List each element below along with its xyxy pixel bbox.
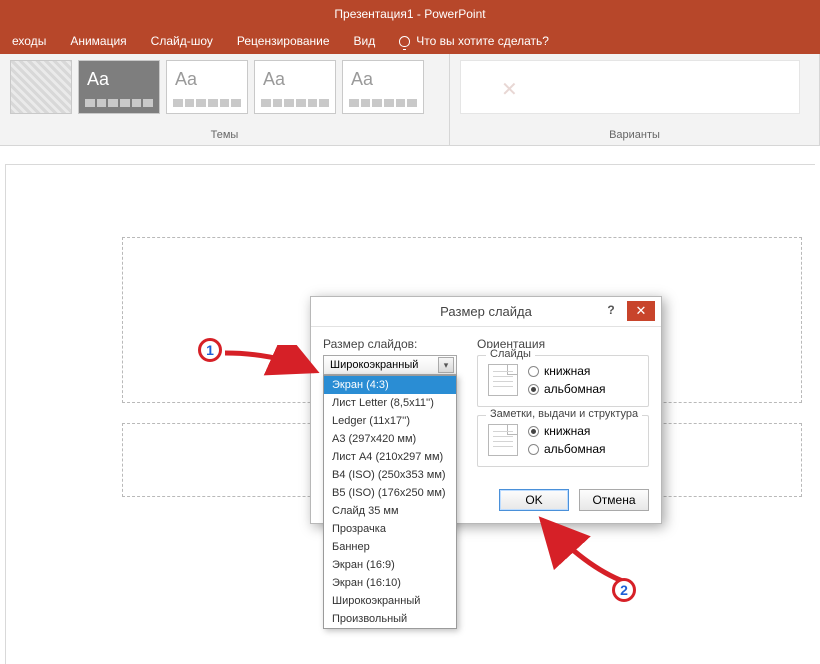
slide-size-label: Размер слайдов: [323,337,463,351]
theme-thumb[interactable]: Aa [254,60,336,114]
callout-1: 1 [198,338,222,362]
callout-2: 2 [612,578,636,602]
radio-label: альбомная [544,382,606,396]
radio-label: книжная [544,424,590,438]
page-icon [488,364,518,396]
tab-slideshow[interactable]: Слайд-шоу [139,28,225,54]
dropdown-option[interactable]: Широкоэкранный [324,592,456,610]
combobox-value: Широкоэкранный [330,359,418,371]
radio-icon [528,384,539,395]
dropdown-option[interactable]: Экран (16:10) [324,574,456,592]
dialog-close-button[interactable]: ✕ [627,301,655,321]
radio-slides-landscape[interactable]: альбомная [528,382,606,396]
radio-label: альбомная [544,442,606,456]
chevron-down-icon: ▾ [438,357,454,373]
themes-gallery[interactable]: Aa Aa Aa Aa [10,60,439,114]
tab-transitions[interactable]: еходы [0,28,58,54]
theme-thumb[interactable]: Aa [78,60,160,114]
dropdown-option[interactable]: Ledger (11x17'') [324,412,456,430]
radio-icon [528,366,539,377]
group-label-variants: Варианты [460,129,809,143]
ribbon: Aa Aa Aa Aa Темы ✕ Варианты [0,54,820,146]
variants-gallery[interactable]: ✕ [460,60,800,114]
radio-label: книжная [544,364,590,378]
dropdown-option[interactable]: Лист Letter (8,5x11'') [324,394,456,412]
dropdown-option[interactable]: Произвольный [324,610,456,628]
notes-legend: Заметки, выдачи и структура [486,408,642,420]
tab-view[interactable]: Вид [342,28,388,54]
radio-icon [528,444,539,455]
dropdown-option[interactable]: Экран (4:3) [324,376,456,394]
slide-size-dropdown[interactable]: Экран (4:3)Лист Letter (8,5x11'')Ledger … [323,375,457,629]
tab-animation[interactable]: Анимация [58,28,138,54]
theme-aa-label: Aa [175,69,197,90]
slides-orientation-group: Слайды книжная альбомная [477,355,649,407]
tell-me-label: Что вы хотите сделать? [416,28,549,54]
lightbulb-icon [399,36,410,47]
variant-x-icon: ✕ [501,77,518,102]
dialog-title: Размер слайда [440,304,532,319]
dialog-help-button[interactable]: ? [601,303,621,317]
dialog-titlebar[interactable]: Размер слайда ? ✕ [311,297,661,327]
theme-aa-label: Aa [351,69,373,90]
tell-me-search[interactable]: Что вы хотите сделать? [387,28,561,54]
group-label-themes: Темы [10,129,439,143]
dropdown-option[interactable]: Экран (16:9) [324,556,456,574]
arrow-1-icon [220,345,330,385]
cancel-button[interactable]: Отмена [579,489,649,511]
slide-size-combobox[interactable]: Широкоэкранный ▾ [323,355,457,375]
dropdown-option[interactable]: B5 (ISO) (176x250 мм) [324,484,456,502]
radio-notes-portrait[interactable]: книжная [528,424,606,438]
page-icon [488,424,518,456]
window-title: Презентация1 - PowerPoint [334,7,485,21]
ribbon-tabs: еходы Анимация Слайд-шоу Рецензирование … [0,28,820,54]
theme-aa-label: Aa [87,69,109,90]
theme-thumb[interactable]: Aa [166,60,248,114]
dropdown-option[interactable]: A3 (297x420 мм) [324,430,456,448]
notes-orientation-group: Заметки, выдачи и структура книжная альб… [477,415,649,467]
window-titlebar: Презентация1 - PowerPoint [0,0,820,28]
slides-legend: Слайды [486,348,535,360]
ok-button[interactable]: OK [499,489,569,511]
dropdown-option[interactable]: Прозрачка [324,520,456,538]
theme-thumb[interactable] [10,60,72,114]
radio-icon [528,426,539,437]
radio-notes-landscape[interactable]: альбомная [528,442,606,456]
dropdown-option[interactable]: Лист A4 (210x297 мм) [324,448,456,466]
slide-size-dialog: Размер слайда ? ✕ Размер слайдов: Широко… [310,296,662,524]
radio-slides-portrait[interactable]: книжная [528,364,606,378]
theme-aa-label: Aa [263,69,285,90]
dropdown-option[interactable]: Слайд 35 мм [324,502,456,520]
dropdown-option[interactable]: B4 (ISO) (250x353 мм) [324,466,456,484]
dropdown-option[interactable]: Баннер [324,538,456,556]
theme-thumb[interactable]: Aa [342,60,424,114]
tab-review[interactable]: Рецензирование [225,28,342,54]
